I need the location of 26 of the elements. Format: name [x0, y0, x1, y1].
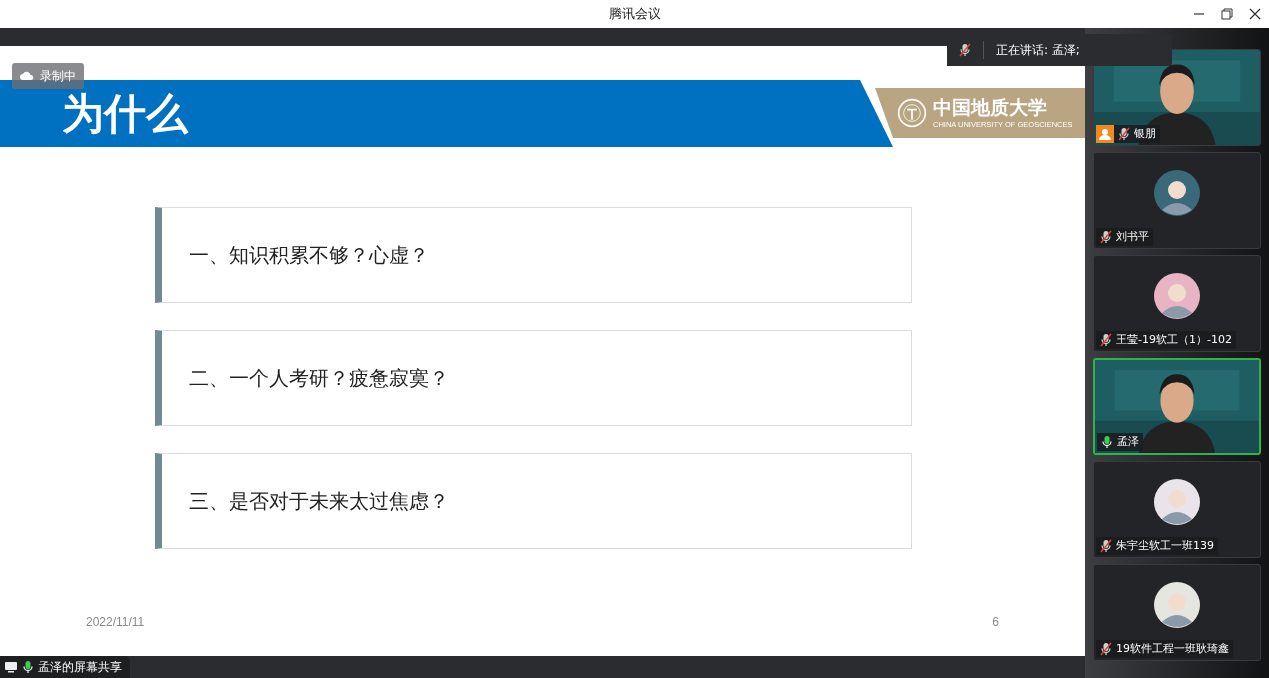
participant-name: 王莹-19软工（1）-102	[1096, 331, 1236, 349]
point-card: 一、知识积累不够？心虚？	[155, 207, 912, 303]
cloud-icon	[20, 71, 34, 81]
share-label: 孟泽的屏幕共享	[0, 656, 130, 678]
participant-name: 19软件工程一班耿琦鑫	[1096, 640, 1233, 658]
recording-badge: 录制中	[12, 63, 84, 89]
participant-tile[interactable]: 19软件工程一班耿琦鑫	[1093, 564, 1261, 661]
point-card: 三、是否对于未来太过焦虑？	[155, 453, 912, 549]
participant-tile[interactable]: 银朋	[1093, 49, 1261, 146]
window-title: 腾讯会议	[608, 5, 661, 24]
restore-icon[interactable]	[1221, 8, 1233, 20]
participant-tile[interactable]: 王莹-19软工（1）-102	[1093, 255, 1261, 352]
participant-name: 孟泽	[1097, 433, 1143, 451]
participant-tile[interactable]: 孟泽	[1093, 358, 1261, 455]
page-number: 6	[992, 614, 999, 631]
speaking-banner: 正在讲话: 孟泽;	[947, 34, 1172, 66]
slide-date: 2022/11/11	[86, 614, 145, 631]
participant-tile[interactable]: 刘书平	[1093, 152, 1261, 249]
participant-name: 朱宇尘软工一班139	[1096, 537, 1218, 555]
participant-tile[interactable]: 朱宇尘软工一班139	[1093, 461, 1261, 558]
emblem-icon	[897, 98, 927, 128]
point-card: 二、一个人考研？疲惫寂寞？	[155, 330, 912, 426]
close-icon[interactable]	[1249, 8, 1261, 20]
screen-share-icon	[4, 661, 18, 673]
participant-name: 银朋	[1114, 125, 1160, 143]
participant-name: 刘书平	[1096, 228, 1153, 246]
